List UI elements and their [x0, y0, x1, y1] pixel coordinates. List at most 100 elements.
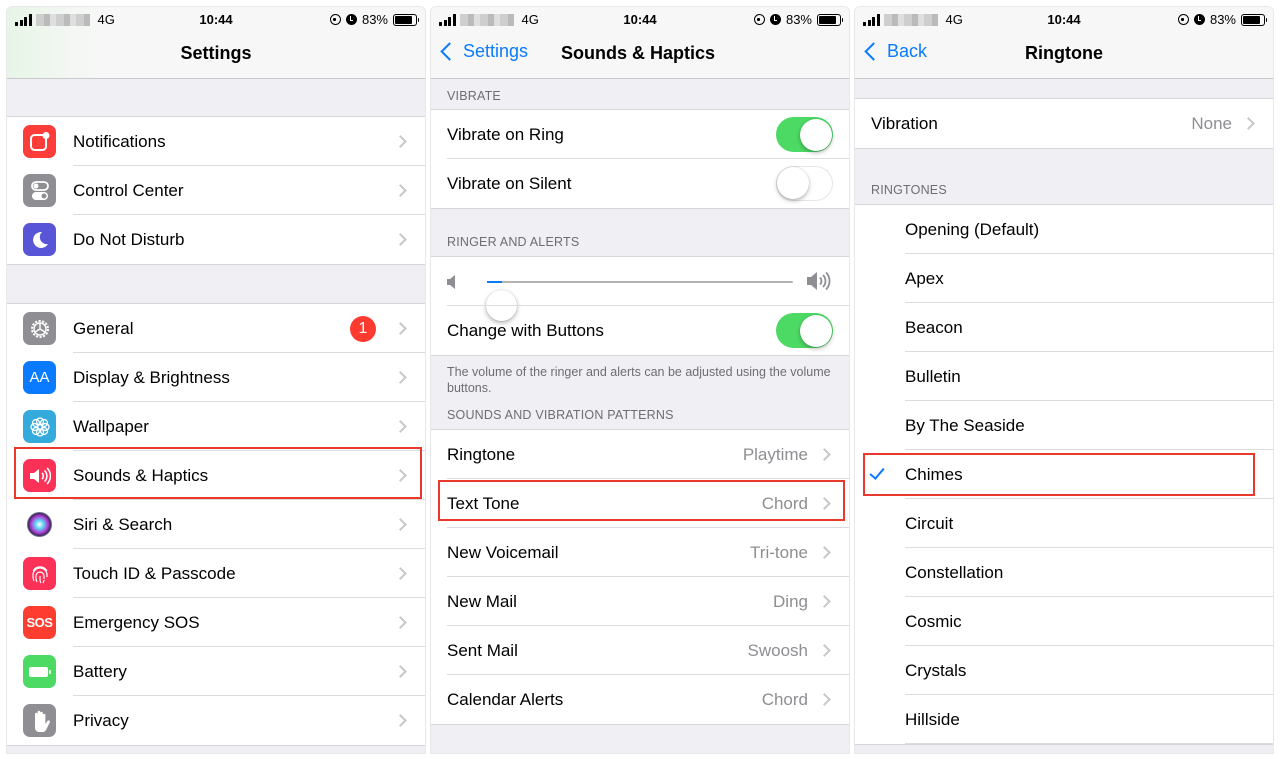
- vibrate-on-ring-label: Vibrate on Ring: [447, 124, 564, 144]
- sound-item-calendar-alerts[interactable]: Calendar Alerts Chord: [431, 675, 849, 724]
- ringtone-item-hillside[interactable]: Hillside: [855, 695, 1273, 744]
- fingerprint-icon: [23, 557, 56, 590]
- settings-item-label: Siri & Search: [73, 514, 173, 534]
- settings-item-control-center[interactable]: Control Center: [7, 166, 425, 215]
- settings-item-label: Touch ID & Passcode: [73, 563, 236, 583]
- chevron-right-icon: [818, 595, 831, 608]
- sound-item-value: Swoosh: [747, 640, 808, 660]
- sound-item-label: Sent Mail: [447, 640, 518, 660]
- settings-item-label: Wallpaper: [73, 416, 149, 436]
- ringtone-label: Chimes: [905, 464, 963, 484]
- sound-item-new-mail[interactable]: New Mail Ding: [431, 577, 849, 626]
- ringtone-item-apex[interactable]: Apex: [855, 254, 1273, 303]
- settings-item-privacy[interactable]: Privacy: [7, 696, 425, 745]
- ringtone-label: Hillside: [905, 709, 960, 729]
- chevron-right-icon: [818, 497, 831, 510]
- settings-item-label: Do Not Disturb: [73, 229, 185, 249]
- settings-item-sounds-and-haptics[interactable]: Sounds & Haptics: [7, 451, 425, 500]
- ringtone-label: Constellation: [905, 562, 1004, 582]
- sos-icon: SOS: [23, 606, 56, 639]
- toggle-knob: [799, 118, 832, 151]
- vibration-value: None: [1191, 113, 1232, 133]
- sound-item-new-voicemail[interactable]: New Voicemail Tri-tone: [431, 528, 849, 577]
- hand-icon: [23, 704, 56, 737]
- change-with-buttons-toggle[interactable]: [776, 313, 833, 348]
- ringtone-label: Crystals: [905, 660, 967, 680]
- settings-item-do-not-disturb[interactable]: Do Not Disturb: [7, 215, 425, 264]
- chevron-right-icon: [818, 644, 831, 657]
- section-header-ringer: RINGER AND ALERTS: [447, 235, 580, 249]
- settings-item-label: General: [73, 318, 134, 338]
- navigation-bar: 4G 10:44 83% Back Ringtone: [855, 7, 1273, 79]
- siri-icon: [23, 508, 56, 541]
- settings-item-touch-id-and-passcode[interactable]: Touch ID & Passcode: [7, 549, 425, 598]
- settings-item-label: Sounds & Haptics: [73, 465, 209, 485]
- speaker-low-icon: [447, 275, 455, 289]
- chevron-right-icon: [1242, 117, 1255, 130]
- settings-item-label: Emergency SOS: [73, 612, 200, 632]
- gear-icon: [23, 312, 56, 345]
- chevron-right-icon: [394, 233, 407, 246]
- ringtone-item-cosmic[interactable]: Cosmic: [855, 597, 1273, 646]
- chevron-right-icon: [394, 322, 407, 335]
- ringtone-label: Cosmic: [905, 611, 962, 631]
- settings-group-1: Notifications Control Center Do Not Distur…: [7, 116, 425, 265]
- sound-item-label: Text Tone: [447, 493, 520, 513]
- settings-item-wallpaper[interactable]: Wallpaper: [7, 402, 425, 451]
- settings-group-2: General 1 AA Display & Brightness Wallpaper S…: [7, 303, 425, 746]
- status-bar: 4G 10:44 83%: [855, 7, 1273, 31]
- vibration-label: Vibration: [871, 113, 938, 133]
- row-separator: [905, 743, 1273, 744]
- notification-badge: 1: [350, 315, 376, 342]
- ringtone-item-beacon[interactable]: Beacon: [855, 303, 1273, 352]
- ringtone-item-circuit[interactable]: Circuit: [855, 499, 1273, 548]
- settings-item-notifications[interactable]: Notifications: [7, 117, 425, 166]
- chevron-right-icon: [394, 518, 407, 531]
- sound-item-sent-mail[interactable]: Sent Mail Swoosh: [431, 626, 849, 675]
- vibration-row[interactable]: Vibration None: [855, 99, 1273, 148]
- settings-item-general[interactable]: General 1: [7, 304, 425, 353]
- ringer-volume-slider[interactable]: [431, 257, 849, 321]
- ringtone-label: Opening (Default): [905, 219, 1040, 239]
- battery-icon: [1241, 13, 1267, 26]
- ringtone-item-opening-default[interactable]: Opening (Default): [855, 205, 1273, 254]
- sound-item-ringtone[interactable]: Ringtone Playtime: [431, 430, 849, 479]
- sound-item-value: Chord: [761, 689, 808, 709]
- ringtone-label: Circuit: [905, 513, 954, 533]
- ringtone-item-by-the-seaside[interactable]: By The Seaside: [855, 401, 1273, 450]
- chevron-right-icon: [394, 714, 407, 727]
- settings-item-display-and-brightness[interactable]: AA Display & Brightness: [7, 353, 425, 402]
- chevron-right-icon: [394, 665, 407, 678]
- settings-item-emergency-sos[interactable]: SOS Emergency SOS: [7, 598, 425, 647]
- battery-icon: [817, 13, 843, 26]
- alarm-icon: [1193, 14, 1205, 25]
- battery-icon: [393, 13, 419, 26]
- sound-item-text-tone[interactable]: Text Tone Chord: [431, 479, 849, 528]
- sounds-haptics-screen: 4G 10:44 83% Settings Sounds & Haptics V…: [430, 6, 850, 754]
- chevron-right-icon: [394, 567, 407, 580]
- control-center-icon: [23, 174, 56, 207]
- vibrate-on-silent-toggle[interactable]: [776, 166, 833, 201]
- speaker-high-icon: [807, 271, 831, 291]
- moon-icon: [23, 223, 56, 256]
- notifications-icon: [23, 125, 56, 158]
- change-with-buttons-row: Change with Buttons: [431, 306, 849, 355]
- ringtone-item-chimes[interactable]: Chimes: [855, 450, 1273, 499]
- chevron-right-icon: [818, 448, 831, 461]
- ringtone-label: Beacon: [905, 317, 963, 337]
- chevron-right-icon: [394, 184, 407, 197]
- ringtone-item-crystals[interactable]: Crystals: [855, 646, 1273, 695]
- settings-item-label: Display & Brightness: [73, 367, 230, 387]
- sound-item-label: New Mail: [447, 591, 517, 611]
- ringtone-item-constellation[interactable]: Constellation: [855, 548, 1273, 597]
- settings-item-battery[interactable]: Battery: [7, 647, 425, 696]
- sound-item-label: New Voicemail: [447, 542, 559, 562]
- ringtone-item-bulletin[interactable]: Bulletin: [855, 352, 1273, 401]
- alarm-icon: [769, 14, 781, 25]
- back-button[interactable]: Settings: [439, 41, 528, 62]
- battery-percent: 83%: [785, 12, 812, 27]
- rotation-lock-icon: [329, 14, 341, 25]
- speaker-icon: [23, 459, 56, 492]
- settings-item-siri-and-search[interactable]: Siri & Search: [7, 500, 425, 549]
- vibrate-on-ring-toggle[interactable]: [776, 117, 833, 152]
